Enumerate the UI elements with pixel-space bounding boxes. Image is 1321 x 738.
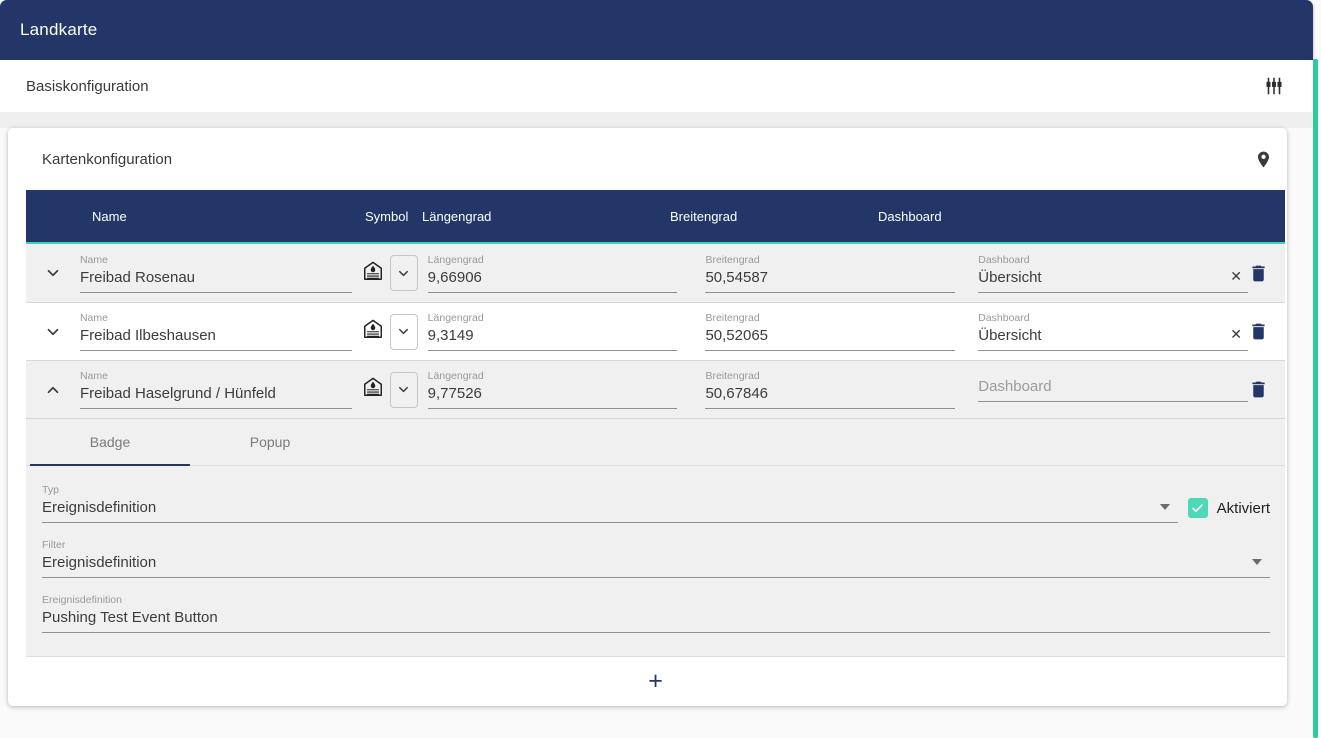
breitengrad-input[interactable] (705, 269, 955, 293)
breitengrad-input[interactable] (705, 385, 955, 409)
place-icon[interactable] (1254, 150, 1273, 169)
breitengrad-field-label: Breitengrad (705, 370, 955, 382)
header-symbol: Symbol (365, 190, 408, 244)
table-row: Name Längengrad (26, 302, 1285, 360)
trash-icon (1248, 263, 1269, 284)
filter-field-label: Filter (42, 539, 1270, 551)
dashboard-field-label: Dashboard (978, 254, 1248, 266)
detail-tabs: Badge Popup (26, 419, 1285, 466)
delete-row-button[interactable] (1248, 321, 1285, 342)
header-name: Name (92, 190, 127, 244)
dashboard-input[interactable] (978, 269, 1248, 293)
add-row-button[interactable]: + (26, 656, 1285, 706)
row-detail-panel: Badge Popup Typ A (26, 418, 1285, 656)
basis-config-title: Basiskonfiguration (26, 78, 149, 95)
symbol-dropdown-button[interactable] (390, 314, 418, 350)
breitengrad-field-label: Breitengrad (705, 312, 955, 324)
plus-icon: + (648, 669, 663, 694)
karten-config-card: Kartenkonfiguration Name Symbol Längengr… (8, 128, 1287, 706)
karten-config-title: Kartenkonfiguration (42, 151, 172, 168)
x-icon[interactable]: ✕ (1230, 326, 1242, 343)
tab-popup[interactable]: Popup (190, 419, 350, 465)
table-header: Name Symbol Längengrad Breitengrad Dashb… (26, 190, 1285, 244)
map-points-table: Name Symbol Längengrad Breitengrad Dashb… (26, 190, 1285, 706)
aktiviert-checkbox[interactable] (1188, 498, 1208, 518)
trash-icon (1248, 321, 1269, 342)
delete-row-button[interactable] (1248, 379, 1285, 400)
page-title: Landkarte (20, 20, 97, 40)
teal-edge-rail (1313, 59, 1318, 738)
name-input[interactable] (80, 385, 352, 409)
chevron-down-icon (396, 324, 411, 339)
name-field-label: Name (80, 254, 352, 266)
breitengrad-field-label: Breitengrad (705, 254, 955, 266)
typ-select[interactable] (42, 499, 1178, 523)
app-header: Landkarte (0, 0, 1313, 60)
dashboard-input[interactable] (978, 327, 1248, 351)
x-icon[interactable]: ✕ (1230, 268, 1242, 285)
ereignisdefinition-field-label: Ereignisdefinition (42, 594, 1270, 606)
name-field-label: Name (80, 370, 352, 382)
typ-field-label: Typ (42, 484, 1178, 496)
laengengrad-input[interactable] (428, 269, 678, 293)
laengengrad-input[interactable] (428, 385, 678, 409)
trash-icon (1248, 379, 1269, 400)
chevron-down-icon (396, 266, 411, 281)
name-input[interactable] (80, 269, 352, 293)
chevron-down-icon (44, 323, 62, 341)
chevron-down-icon (44, 264, 62, 282)
delete-row-button[interactable] (1248, 263, 1285, 284)
aktiviert-label: Aktiviert (1217, 500, 1270, 517)
tab-badge[interactable]: Badge (30, 419, 190, 465)
name-input[interactable] (80, 327, 352, 351)
header-dashboard: Dashboard (878, 190, 942, 244)
laengengrad-input[interactable] (428, 327, 678, 351)
symbol-dropdown-button[interactable] (390, 372, 418, 408)
symbol-dropdown-button[interactable] (390, 255, 418, 291)
filter-select[interactable] (42, 554, 1270, 578)
laengengrad-field-label: Längengrad (428, 254, 678, 266)
dashboard-input[interactable] (978, 378, 1248, 402)
table-row: Name Längengrad (26, 244, 1285, 302)
ereignisdefinition-input[interactable] (42, 609, 1270, 633)
header-laengengrad: Längengrad (422, 190, 491, 244)
header-breitengrad: Breitengrad (670, 190, 737, 244)
table-row: Name Längengrad (26, 360, 1285, 418)
chevron-down-icon (396, 382, 411, 397)
chevron-up-icon (44, 381, 62, 399)
caret-down-icon[interactable] (1160, 504, 1170, 510)
basis-config-bar: Basiskonfiguration (0, 60, 1313, 112)
breitengrad-input[interactable] (705, 327, 955, 351)
dashboard-field-label: Dashboard (978, 312, 1248, 324)
pool-house-icon (362, 376, 384, 403)
row-collapse-button[interactable] (26, 381, 80, 399)
section-gap (0, 112, 1313, 128)
tune-icon[interactable] (1263, 75, 1285, 97)
name-field-label: Name (80, 312, 352, 324)
row-expand-button[interactable] (26, 323, 80, 341)
pool-house-icon (362, 318, 384, 345)
laengengrad-field-label: Längengrad (428, 370, 678, 382)
laengengrad-field-label: Längengrad (428, 312, 678, 324)
caret-down-icon[interactable] (1252, 559, 1262, 565)
check-icon (1191, 502, 1204, 515)
row-expand-button[interactable] (26, 264, 80, 282)
pool-house-icon (362, 260, 384, 287)
